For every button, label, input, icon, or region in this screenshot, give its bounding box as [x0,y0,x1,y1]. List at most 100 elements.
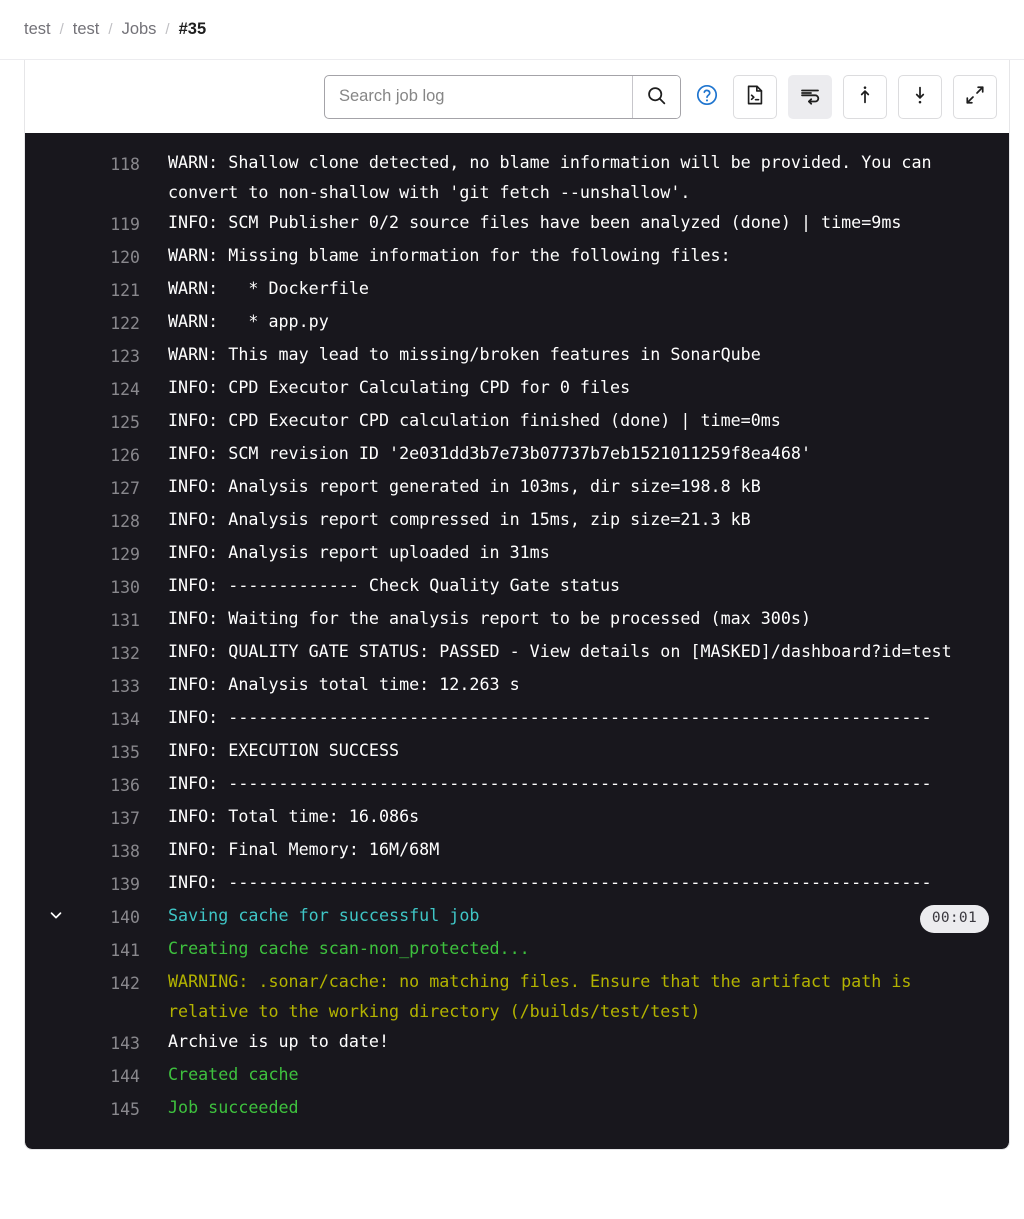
log-line-number[interactable]: 122 [110,309,140,339]
breadcrumb-item-35[interactable]: #35 [179,20,207,39]
breadcrumb: test / test / Jobs / #35 [24,20,206,39]
log-line-text: INFO: Final Memory: 16M/68M [168,839,440,859]
log-line-number[interactable]: 127 [110,474,140,504]
log-line-gutter: 141 [25,933,144,966]
log-line: 121 WARN: * Dockerfile [25,273,1009,306]
log-line: 126 INFO: SCM revision ID '2e031dd3b7e73b… [25,438,1009,471]
log-line-number[interactable]: 123 [110,342,140,372]
breadcrumb-item-jobs[interactable]: Jobs [122,20,157,39]
log-line-number[interactable]: 118 [110,150,140,180]
log-line-number[interactable]: 132 [110,639,140,669]
log-line-text: INFO: ----------------------------------… [168,707,932,727]
log-line-gutter: 137 [25,801,144,834]
log-line-gutter: 140 [25,900,144,933]
log-line-number[interactable]: 128 [110,507,140,537]
log-line-gutter: 131 [25,603,144,636]
job-log-output[interactable]: 118 WARN: Shallow clone detected, no blam… [25,133,1009,1149]
log-line: 119 INFO: SCM Publisher 0/2 source files … [25,207,1009,240]
log-line-number[interactable]: 131 [110,606,140,636]
log-line-gutter: 119 [25,207,144,240]
log-line-number[interactable]: 142 [110,969,140,999]
log-line: 135 INFO: EXECUTION SUCCESS [25,735,1009,768]
log-line-number[interactable]: 136 [110,771,140,801]
log-line-number[interactable]: 124 [110,375,140,405]
log-line: 137 INFO: Total time: 16.086s [25,801,1009,834]
search-input[interactable] [325,75,632,118]
log-line-gutter: 143 [25,1026,144,1059]
log-line: 124 INFO: CPD Executor Calculating CPD fo… [25,372,1009,405]
log-line-gutter: 139 [25,867,144,900]
log-line-number[interactable]: 145 [110,1095,140,1125]
scroll-down-icon [909,84,931,109]
search-job-log [324,74,681,119]
log-line-gutter: 121 [25,273,144,306]
help-button[interactable] [694,84,720,110]
breadcrumb-separator: / [59,21,64,38]
breadcrumb-item-test[interactable]: test [24,20,51,39]
log-line: 130 INFO: ------------- Check Quality Gat… [25,570,1009,603]
file-terminal-icon [744,84,766,109]
log-line: 142 WARNING: .sonar/cache: no matching fi… [25,966,1009,1026]
log-line-gutter: 134 [25,702,144,735]
log-line: 140 Saving cache for successful job 00:01 [25,900,1009,933]
breadcrumb-separator: / [108,21,113,38]
log-line-number[interactable]: 134 [110,705,140,735]
log-line-text: INFO: Analysis report generated in 103ms… [168,476,761,496]
log-line-number[interactable]: 135 [110,738,140,768]
search-button[interactable] [632,75,680,118]
soft-wrap-button[interactable] [788,74,832,119]
chevron-down-icon[interactable] [47,906,65,924]
log-line-text: INFO: ------------- Check Quality Gate s… [168,575,621,595]
log-line: 136 INFO: -------------------------------… [25,768,1009,801]
log-line-text: INFO: ----------------------------------… [168,872,932,892]
log-line-number[interactable]: 139 [110,870,140,900]
log-line-number[interactable]: 133 [110,672,140,702]
log-line: 145 Job succeeded [25,1092,1009,1125]
log-line-text: Created cache [168,1064,299,1084]
log-line-gutter: 122 [25,306,144,339]
log-line-number[interactable]: 125 [110,408,140,438]
log-line-text: INFO: SCM Publisher 0/2 source files hav… [168,212,902,232]
breadcrumb-item-test[interactable]: test [73,20,100,39]
log-line-number[interactable]: 138 [110,837,140,867]
log-line-gutter: 129 [25,537,144,570]
log-line-number[interactable]: 120 [110,243,140,273]
log-line-gutter: 118 [25,147,144,180]
job-log-toolbar [25,60,1009,133]
log-line-text: Saving cache for successful job [168,905,480,925]
log-line: 118 WARN: Shallow clone detected, no blam… [25,147,1009,207]
log-line-number[interactable]: 129 [110,540,140,570]
log-line-number[interactable]: 141 [110,936,140,966]
log-line-number[interactable]: 143 [110,1029,140,1059]
fullscreen-button[interactable] [953,74,997,119]
log-line-gutter: 130 [25,570,144,603]
log-line-text: INFO: Total time: 16.086s [168,806,420,826]
log-line: 127 INFO: Analysis report generated in 10… [25,471,1009,504]
log-line: 144 Created cache [25,1059,1009,1092]
log-line-number[interactable]: 130 [110,573,140,603]
log-line-number[interactable]: 137 [110,804,140,834]
log-line-gutter: 144 [25,1059,144,1092]
log-line-text: WARN: * app.py [168,311,329,331]
raw-log-button[interactable] [733,74,777,119]
log-line: 125 INFO: CPD Executor CPD calculation fi… [25,405,1009,438]
log-line-number[interactable]: 126 [110,441,140,471]
breadcrumb-bar: test / test / Jobs / #35 [0,0,1024,60]
log-line: 131 INFO: Waiting for the analysis report… [25,603,1009,636]
log-line-text: Creating cache scan-non_protected... [168,938,530,958]
log-line-text: Archive is up to date! [168,1031,390,1051]
scroll-to-bottom-button[interactable] [898,74,942,119]
log-line-text: WARN: Missing blame information for the … [168,245,731,265]
log-line-number[interactable]: 144 [110,1062,140,1092]
expand-icon [964,84,986,109]
scroll-to-top-button[interactable] [843,74,887,119]
log-line-gutter: 127 [25,471,144,504]
log-line-number[interactable]: 119 [110,210,140,240]
log-line-number[interactable]: 140 [110,903,140,933]
log-line-number[interactable]: 121 [110,276,140,306]
scroll-up-icon [854,84,876,109]
log-line-text: INFO: Analysis report uploaded in 31ms [168,542,550,562]
log-line: 138 INFO: Final Memory: 16M/68M [25,834,1009,867]
log-line-text: INFO: Analysis report compressed in 15ms… [168,509,751,529]
log-line-text: INFO: EXECUTION SUCCESS [168,740,400,760]
